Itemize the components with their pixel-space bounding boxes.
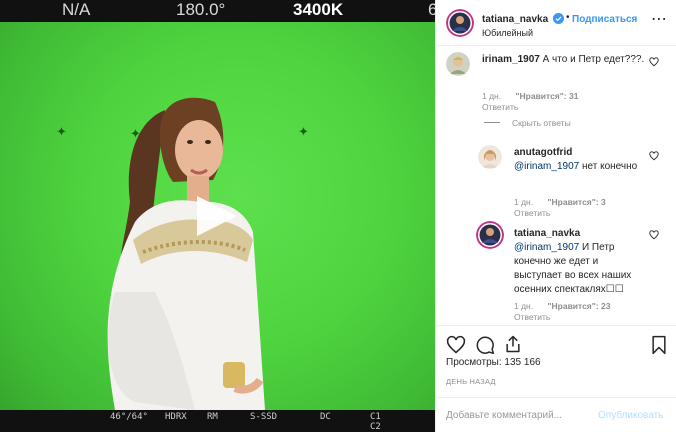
reply-button[interactable]: Ответить [514, 208, 550, 218]
hud-bottom-item: S-SSD [250, 412, 278, 422]
views-label: Просмотры: [446, 357, 502, 368]
post-side-panel: tatiana_navka • Подписаться Юбилейный ⋯ … [435, 0, 676, 432]
author-username[interactable]: tatiana_navka [482, 14, 548, 25]
hud-bottom-item: DC [320, 412, 331, 422]
verified-badge-icon [553, 13, 564, 24]
hud-shutter: N/A [62, 0, 91, 19]
comment-username[interactable]: anutagotfrid [514, 147, 572, 158]
share-icon[interactable] [503, 334, 523, 354]
comment-likes[interactable]: "Нравится": 23 [547, 301, 610, 311]
author-avatar[interactable] [446, 9, 474, 37]
hud-white-balance: 3400K [293, 0, 344, 19]
views-count: Просмотры: 135 166 [446, 357, 541, 368]
bookmark-icon[interactable] [649, 335, 669, 355]
hud-bottom-item: RM [207, 412, 218, 422]
comment-mention[interactable]: @irinam_1907 [514, 242, 579, 253]
publish-button[interactable]: Опубликовать [598, 410, 663, 421]
views-value: 135 166 [504, 357, 541, 368]
comment: irinam_1907 А что и Петр едет???. [482, 53, 652, 67]
play-button[interactable] [193, 194, 241, 238]
tracking-marker: ✦ [56, 124, 67, 139]
comment-meta: 1 дн. "Нравится": 3 [514, 197, 606, 207]
reply-comment: tatiana_navka @irinam_1907 И Петр конечн… [514, 227, 644, 297]
actress-figure [107, 97, 265, 410]
comment-username[interactable]: tatiana_navka [514, 228, 580, 239]
commenter-avatar[interactable] [476, 221, 504, 249]
comment-age: 1 дн. [514, 197, 534, 207]
hud-bottom-item: 46°/64° [110, 412, 148, 422]
hud-angle: 180.0° [176, 0, 226, 19]
comment-input[interactable] [446, 407, 596, 423]
reply-button[interactable]: Ответить [514, 312, 550, 322]
comment-age: 1 дн. [482, 91, 502, 101]
tracking-marker: ✦ [298, 124, 309, 139]
comment-composer: Опубликовать [436, 397, 676, 432]
reply-button[interactable]: Ответить [482, 102, 518, 112]
hide-replies-button[interactable]: Скрыть ответы [512, 118, 571, 128]
like-comment-heart-icon[interactable] [649, 151, 659, 161]
follow-button[interactable]: Подписаться [572, 14, 637, 25]
post-header: tatiana_navka • Подписаться Юбилейный ⋯ [436, 0, 676, 46]
commenter-avatar[interactable] [478, 145, 502, 169]
hud-edge-value: 6 [428, 0, 435, 19]
hud-bottom-item: C1 [370, 412, 381, 422]
more-options-icon[interactable]: ⋯ [651, 12, 667, 28]
comment-meta: 1 дн. "Нравится": 23 [514, 301, 610, 311]
like-comment-heart-icon[interactable] [649, 57, 659, 67]
commenter-avatar[interactable] [446, 52, 470, 76]
post-date[interactable]: ДЕНЬ НАЗАД [446, 377, 496, 386]
video-player[interactable]: N/A 180.0° 3400K 6 ✦ ✦ ✦ 46°/64° HDRX RM… [0, 0, 435, 432]
comment-mention[interactable]: @irinam_1907 [514, 161, 579, 172]
separator-dot: • [566, 12, 570, 23]
hud-bottom-item: C2 [370, 422, 381, 432]
camera-hud-bottom: 46°/64° HDRX RM S-SSD DC C1 C2 [0, 410, 435, 432]
comment-username[interactable]: irinam_1907 [482, 54, 540, 65]
comment-meta: 1 дн. "Нравится": 31 [482, 91, 578, 101]
camera-hud-top: N/A 180.0° 3400K 6 [0, 0, 435, 22]
comment-bubble-icon[interactable] [475, 335, 495, 355]
comment-likes[interactable]: "Нравится": 31 [515, 91, 578, 101]
post-location[interactable]: Юбилейный [482, 28, 533, 38]
comment-text: нет конечно [579, 161, 638, 172]
reply-comment: anutagotfrid @irinam_1907 нет конечно [514, 146, 644, 174]
comment-likes[interactable]: "Нравится": 3 [547, 197, 605, 207]
hide-replies-line [484, 122, 500, 123]
like-comment-heart-icon[interactable] [649, 230, 659, 240]
comment-text: А что и Петр едет???. [542, 54, 645, 65]
like-heart-icon[interactable] [446, 335, 466, 355]
hud-bottom-item: HDRX [165, 412, 187, 422]
comment-age: 1 дн. [514, 301, 534, 311]
